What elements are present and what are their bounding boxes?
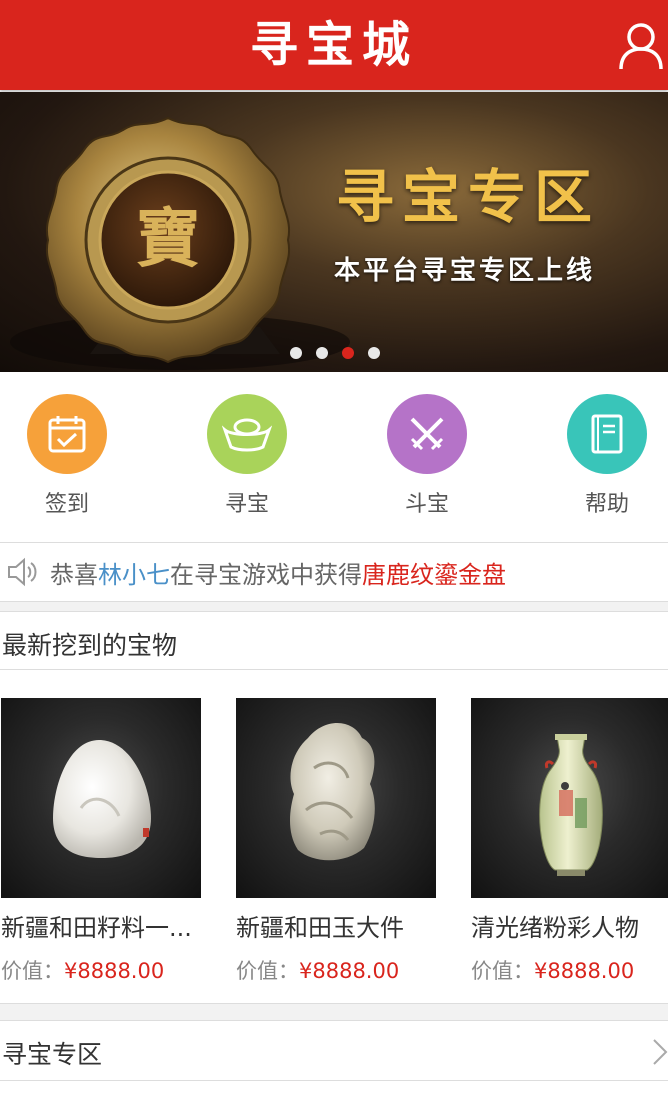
section-gap: [0, 1004, 668, 1020]
banner-subtitle: 本平台寻宝专区上线: [334, 256, 596, 286]
price-label: 价值：: [236, 959, 299, 983]
notice-text: 恭喜林小七在寻宝游戏中获得唐鹿纹鎏金盘: [50, 555, 506, 590]
menu-label: 签到: [44, 492, 89, 517]
product-image[interactable]: [471, 698, 668, 898]
divider: [0, 601, 668, 602]
winner-notice[interactable]: 恭喜林小七在寻宝游戏中获得唐鹿纹鎏金盘: [0, 543, 668, 601]
banner-title: 寻宝专区: [336, 163, 601, 231]
product-name: 新疆和田籽料一...: [1, 914, 192, 942]
menu-item-battle[interactable]: 斗宝: [357, 394, 497, 518]
winner-name[interactable]: 林小七: [98, 561, 170, 589]
famille-rose-vase-image: [539, 734, 603, 876]
carousel-dot[interactable]: [368, 347, 380, 359]
gold-ingot-icon: [222, 418, 272, 452]
carousel-indicators[interactable]: [290, 347, 380, 359]
carousel-dot-active[interactable]: [342, 347, 354, 359]
price-label: 价值：: [471, 959, 534, 983]
divider: [0, 1080, 668, 1081]
carousel-dot[interactable]: [316, 347, 328, 359]
product-card[interactable]: 新疆和田籽料一... 价值：¥8888.00: [1, 698, 201, 985]
menu-label: 帮助: [584, 492, 629, 517]
crossed-swords-icon: [410, 417, 444, 451]
book-icon: [591, 414, 623, 454]
won-item[interactable]: 唐鹿纹鎏金盘: [362, 561, 506, 589]
menu-label: 斗宝: [404, 492, 449, 517]
user-icon[interactable]: [618, 22, 664, 70]
quick-menu: 签到 寻宝 斗宝 帮助: [0, 372, 668, 542]
chevron-right-icon[interactable]: [652, 1038, 668, 1066]
price-amount: ¥8888.00: [534, 959, 635, 983]
price-label: 价值：: [1, 959, 64, 983]
coin-emblem: 寶: [136, 202, 200, 277]
menu-label: 寻宝: [224, 492, 269, 517]
promo-banner[interactable]: 寶 寻宝专区 本平台寻宝专区上线: [0, 92, 668, 372]
treasure-zone-title: 寻宝专区: [2, 1040, 103, 1069]
white-jade-pebble-image: [53, 739, 151, 858]
product-price: 价值：¥8888.00: [1, 955, 201, 985]
calendar-check-icon: [48, 416, 86, 453]
section-gap: [0, 601, 668, 611]
product-name: 新疆和田玉大件: [236, 914, 404, 942]
app-header: 寻宝城: [0, 0, 668, 90]
product-card[interactable]: 新疆和田玉大件 价值：¥8888.00: [236, 698, 436, 985]
menu-item-treasure-hunt[interactable]: 寻宝: [177, 394, 317, 518]
product-price: 价值：¥8888.00: [471, 955, 668, 985]
product-card[interactable]: 清光绪粉彩人物 价值：¥8888.00: [471, 698, 668, 985]
speaker-icon: [8, 557, 37, 587]
treasure-zone-row[interactable]: 寻宝专区: [0, 1021, 668, 1081]
divider: [0, 669, 668, 670]
carousel-dot[interactable]: [290, 347, 302, 359]
jade-carving-image: [290, 722, 375, 861]
product-price: 价值：¥8888.00: [236, 955, 436, 985]
banner-artwork: [10, 116, 350, 370]
divider: [0, 611, 668, 612]
menu-item-help[interactable]: 帮助: [537, 394, 668, 518]
notice-prefix: 恭喜: [50, 560, 98, 589]
notice-middle: 在寻宝游戏中获得: [170, 560, 362, 589]
product-image[interactable]: [1, 698, 201, 898]
product-name: 清光绪粉彩人物: [471, 914, 639, 942]
price-amount: ¥8888.00: [299, 959, 400, 983]
latest-section-title: 最新挖到的宝物: [2, 631, 178, 660]
product-image[interactable]: [236, 698, 436, 898]
app-title: 寻宝城: [249, 17, 418, 73]
menu-item-checkin[interactable]: 签到: [0, 394, 137, 518]
price-amount: ¥8888.00: [64, 959, 165, 983]
